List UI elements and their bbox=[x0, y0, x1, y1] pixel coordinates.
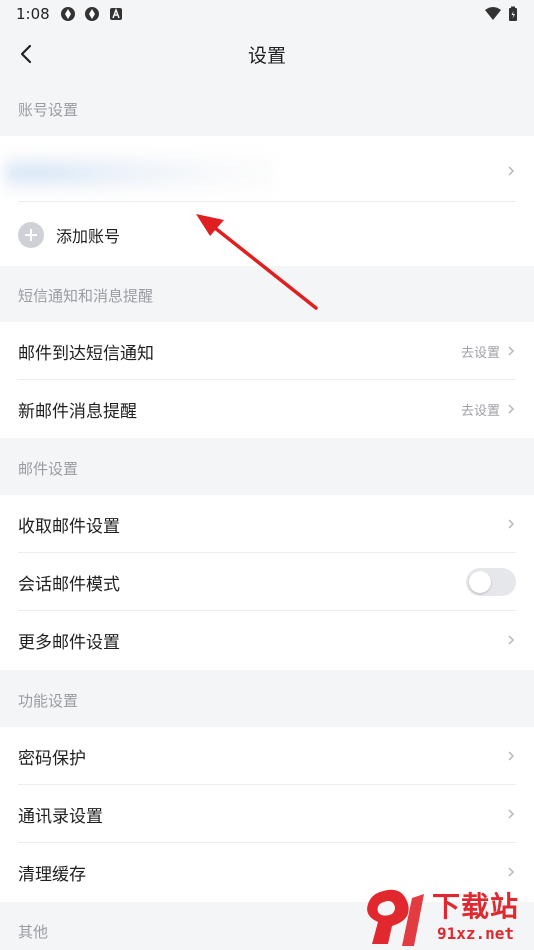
more-mail-settings-row[interactable]: 更多邮件设置 bbox=[0, 611, 534, 669]
row-label: 更多邮件设置 bbox=[18, 632, 120, 653]
section-title-account: 账号设置 bbox=[18, 101, 79, 119]
page-title: 设置 bbox=[247, 44, 286, 67]
go-setup-text: 去设置 bbox=[460, 403, 500, 419]
password-protection-row[interactable]: 密码保护 bbox=[0, 727, 534, 785]
row-label: 邮件到达短信通知 bbox=[18, 343, 154, 364]
chevron-right-icon bbox=[508, 404, 515, 414]
row-label: 清理缓存 bbox=[18, 864, 86, 885]
app-notification-icon-2 bbox=[84, 7, 99, 21]
battery-icon bbox=[509, 6, 517, 21]
account-avatar-blurred bbox=[4, 150, 274, 196]
chevron-right-icon bbox=[508, 519, 515, 529]
font-app-icon bbox=[109, 8, 122, 20]
back-arrow-icon[interactable] bbox=[14, 40, 40, 68]
row-label: 新邮件消息提醒 bbox=[18, 401, 137, 422]
section-title-features: 功能设置 bbox=[18, 692, 79, 710]
chevron-right-icon bbox=[508, 751, 515, 761]
wifi-icon bbox=[485, 7, 501, 20]
add-account-label: 添加账号 bbox=[56, 227, 121, 246]
watermark-title: 下载站 bbox=[432, 890, 520, 923]
status-bar: 1:08 bbox=[0, 0, 534, 28]
row-label: 会话邮件模式 bbox=[18, 574, 120, 595]
row-label: 通讯录设置 bbox=[18, 806, 103, 827]
watermark-logo-icon bbox=[367, 889, 424, 946]
row-label: 密码保护 bbox=[18, 748, 86, 769]
app-header: 设置 bbox=[0, 28, 534, 80]
add-account-row[interactable]: 添加账号 bbox=[0, 205, 534, 265]
add-circle-icon bbox=[18, 222, 44, 248]
sms-arrival-notify-row[interactable]: 邮件到达短信通知 去设置 bbox=[0, 322, 534, 380]
go-setup-text: 去设置 bbox=[460, 345, 500, 361]
chevron-right-icon bbox=[508, 635, 515, 645]
section-title-other: 其他 bbox=[18, 923, 49, 941]
app-notification-icon bbox=[60, 7, 75, 21]
contacts-settings-row[interactable]: 通讯录设置 bbox=[0, 785, 534, 843]
row-label: 收取邮件设置 bbox=[18, 516, 120, 537]
status-right-icons bbox=[484, 6, 518, 22]
chevron-right-icon bbox=[508, 166, 515, 176]
watermark-url: 91xz.net bbox=[436, 924, 515, 943]
divider bbox=[18, 201, 516, 202]
chevron-right-icon bbox=[508, 809, 515, 819]
fetch-mail-settings-row[interactable]: 收取邮件设置 bbox=[0, 495, 534, 553]
new-mail-reminder-row[interactable]: 新邮件消息提醒 去设置 bbox=[0, 380, 534, 438]
chevron-right-icon bbox=[508, 346, 515, 356]
toggle-knob bbox=[469, 571, 491, 593]
conversation-mode-row: 会话邮件模式 bbox=[0, 553, 534, 611]
chevron-right-icon bbox=[508, 867, 515, 877]
section-title-mail: 邮件设置 bbox=[18, 460, 79, 478]
site-watermark: 下载站 91xz.net bbox=[362, 886, 534, 950]
status-time: 1:08 bbox=[16, 5, 50, 23]
section-title-sms: 短信通知和消息提醒 bbox=[18, 287, 154, 305]
conversation-mode-toggle[interactable] bbox=[466, 568, 516, 596]
